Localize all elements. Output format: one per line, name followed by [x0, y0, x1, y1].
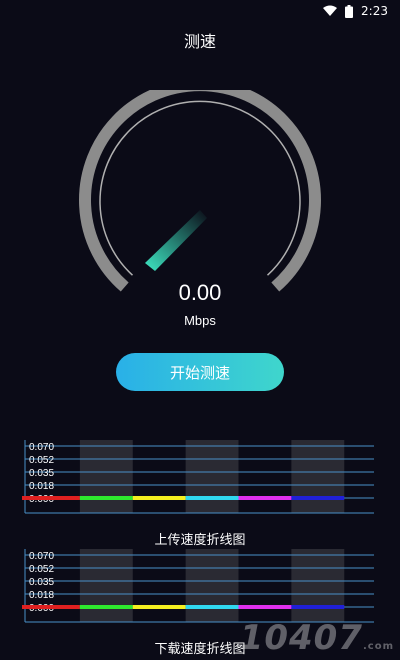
chart-column-shade: [291, 440, 345, 513]
gauge-inner-ring: [99, 100, 301, 276]
chart-y-tick-label: 0.052: [29, 564, 54, 575]
start-test-button[interactable]: 开始测速: [116, 353, 284, 391]
page-title: 测速: [183, 32, 216, 51]
chart-column-shade: [185, 440, 239, 513]
watermark-logo: 10407.com: [240, 618, 394, 658]
upload-speed-chart: 0.0700.0520.0350.0180.000 上传速度折线图: [0, 436, 400, 548]
watermark-text: 10407: [239, 618, 363, 658]
status-icons: 2:23: [323, 4, 388, 18]
chart-y-tick-label: 0.070: [29, 442, 54, 453]
chart-y-tick-label: 0.052: [29, 455, 54, 466]
chart-y-tick-label: 0.070: [29, 551, 54, 562]
chart-y-tick-label: 0.035: [29, 577, 54, 588]
chart-column-shade: [79, 549, 133, 622]
chart-y-tick-label: 0.018: [29, 481, 54, 492]
wifi-icon: [323, 5, 338, 17]
gauge-outer-track: [79, 90, 321, 292]
chart-y-tick-label: 0.035: [29, 468, 54, 479]
watermark-suffix: .com: [362, 641, 394, 652]
battery-icon: [345, 4, 354, 18]
speed-gauge: [79, 90, 321, 292]
speed-value: 0.00: [178, 280, 222, 305]
speed-unit: Mbps: [184, 313, 216, 328]
chart-column-shade: [79, 440, 133, 513]
chart-column-shade: [291, 549, 345, 622]
chart-column-shade: [185, 549, 239, 622]
status-time: 2:23: [361, 4, 388, 18]
status-bar: 2:23: [0, 0, 400, 24]
chart-y-tick-label: 0.018: [29, 590, 54, 601]
gauge-needle: [145, 210, 207, 271]
